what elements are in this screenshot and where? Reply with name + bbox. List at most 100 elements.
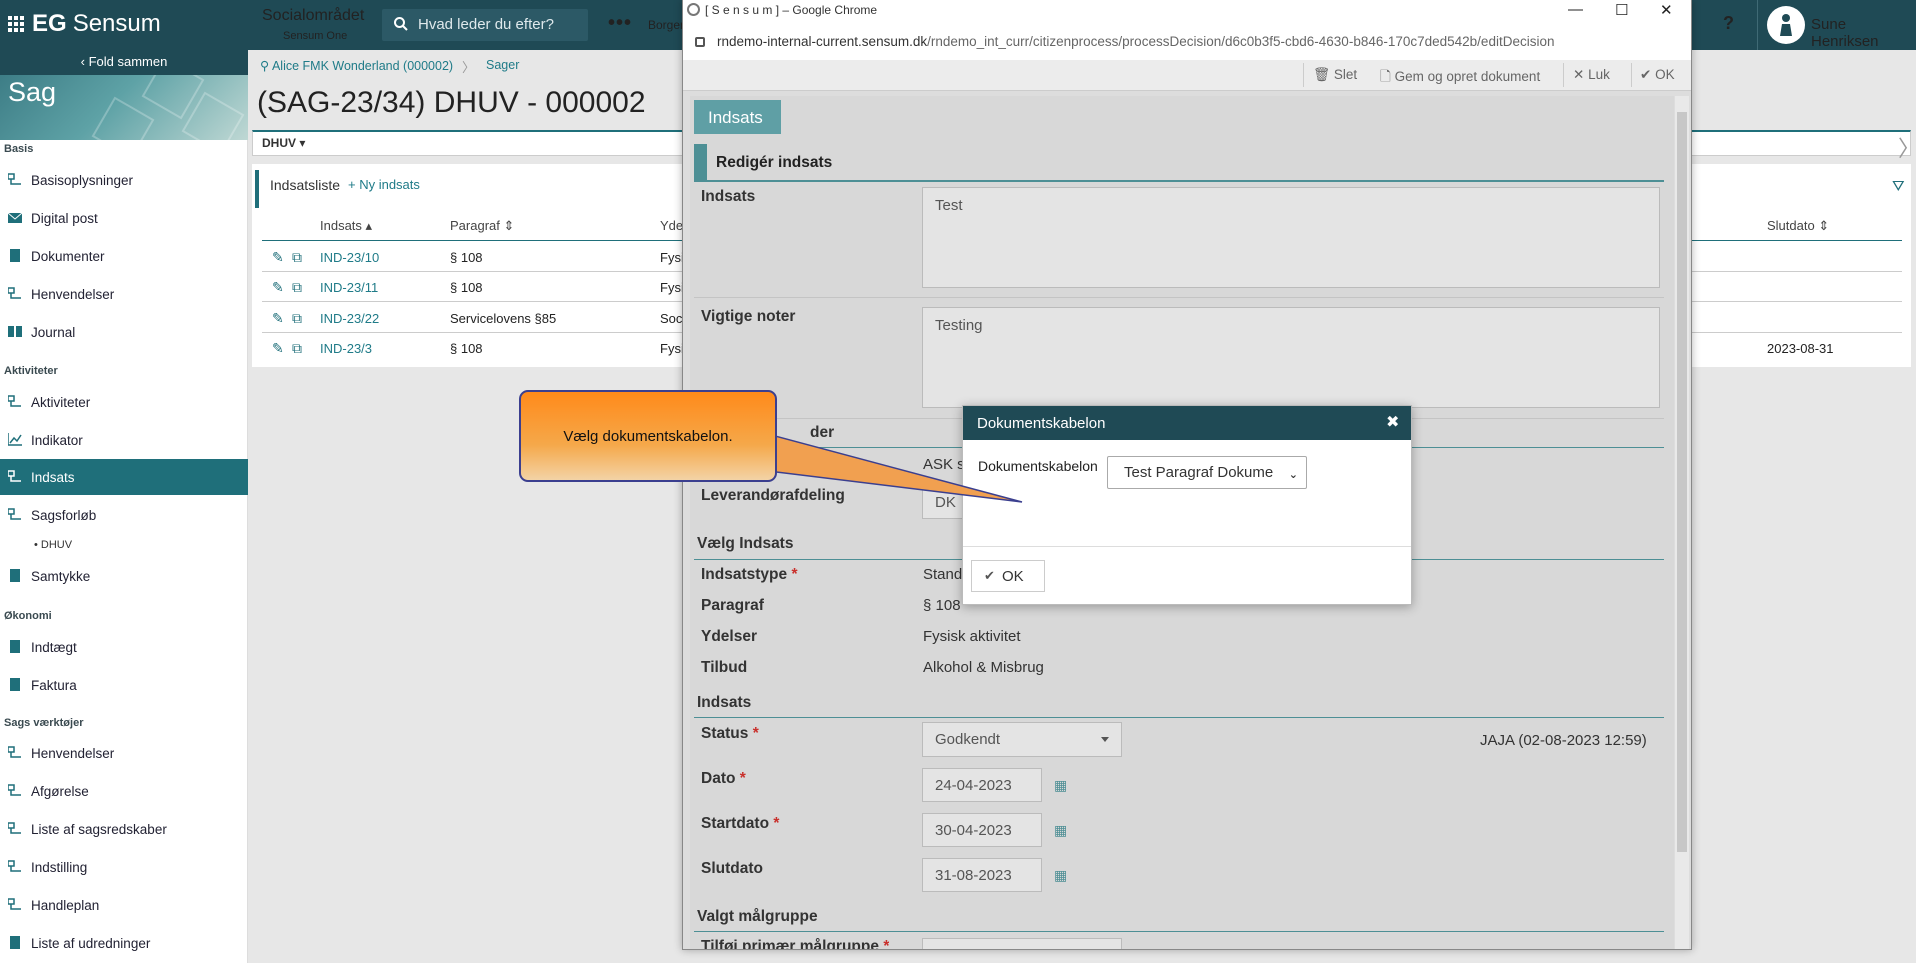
pencil-icon[interactable]: ✎ [272, 279, 284, 296]
filter-icon[interactable]: ⛛ [1892, 178, 1905, 195]
app-name[interactable]: Socialområdet [262, 7, 364, 25]
column-header-indsats[interactable]: Indsats ▴ [320, 218, 372, 234]
eg-sensum-logo[interactable]: EG Sensum [8, 10, 161, 38]
column-header-slutdato[interactable]: Slutdato ⇕ [1767, 218, 1829, 234]
sidebar-item-henvendelser[interactable]: Henvendelser [0, 276, 248, 312]
borger-menu[interactable]: Borger [648, 18, 684, 32]
breadcrumb-citizen[interactable]: ⚲ Alice FMK Wonderland (000002) [260, 58, 453, 73]
maximize-icon[interactable]: ☐ [1615, 1, 1628, 19]
calendar-icon[interactable]: ▦ [1054, 822, 1067, 839]
dialog-ok-button[interactable]: ✔ OK [971, 560, 1045, 592]
sidebar-item-samtykke[interactable]: Samtykke [0, 558, 248, 594]
row-indsats-id[interactable]: IND-23/11 [320, 280, 378, 295]
sidebar-item-dokumenter[interactable]: Dokumenter [0, 238, 248, 274]
sidebar-item-indikator[interactable]: Indikator [0, 422, 248, 458]
search-input[interactable]: Hvad leder du efter? [382, 9, 588, 41]
dokumentskabelon-select[interactable]: Test Paragraf Dokume ⌄ [1107, 456, 1307, 489]
sidebar-item-journal[interactable]: Journal [0, 314, 248, 350]
popup-scrollbar-thumb[interactable] [1677, 112, 1687, 852]
pencil-icon[interactable]: ✎ [272, 340, 284, 357]
network-icon [7, 395, 22, 408]
status-value: Godkendt [935, 731, 1001, 748]
sidebar-item-sagsforlob[interactable]: Sagsforløb [0, 497, 248, 533]
dato-input[interactable]: 24-04-2023 [922, 768, 1042, 802]
save-create-document-button[interactable]: 🗋 Gem og opret dokument [1380, 67, 1540, 90]
label-indsats: Indsats [701, 188, 756, 205]
topbar-divider [1757, 0, 1758, 50]
sidebar-item-henvendelser-tools[interactable]: Henvendelser [0, 735, 248, 771]
sidebar-item-udredninger[interactable]: Liste af udredninger [0, 925, 248, 961]
document-icon [8, 249, 22, 262]
fold-collapse-button[interactable]: ‹ Fold sammen [0, 50, 248, 75]
tab-dhuv-dropdown[interactable]: DHUV ▾ [262, 136, 305, 150]
label-tilbud: Tilbud [701, 659, 748, 676]
primaer-malgruppe-select[interactable] [922, 938, 1122, 949]
row-slutdato: 2023-08-31 [1767, 341, 1834, 356]
tab-indsats[interactable]: Indsats [694, 100, 781, 134]
section-indsats: Indsats [697, 694, 752, 711]
indsats-textarea[interactable]: Test [922, 187, 1660, 288]
sidebar-item-aktiviteter[interactable]: Aktiviteter [0, 384, 248, 420]
pencil-icon[interactable]: ✎ [272, 310, 284, 327]
sidebar-item-faktura[interactable]: Faktura [0, 667, 248, 703]
ok-button[interactable]: ✔ OK [1640, 67, 1675, 83]
row-ydelse: Fysi [660, 280, 684, 295]
document-icon [8, 678, 22, 691]
breadcrumb-sager[interactable]: Sager [486, 58, 519, 72]
row-indsats-id[interactable]: IND-23/3 [320, 341, 372, 356]
sidebar-item-indsats[interactable]: Indsats [0, 459, 248, 495]
user-name[interactable]: Sune Henriksen [1811, 16, 1916, 50]
url-bar[interactable]: rndemo-internal-current.sensum.dk/rndemo… [683, 29, 1691, 57]
required-marker: * [752, 725, 759, 742]
chevron-right-icon[interactable]: 〉 [1898, 131, 1916, 163]
network-icon [7, 898, 22, 911]
tutorial-callout: Vælg dokumentskabelon. [519, 390, 777, 482]
minimize-icon[interactable]: — [1568, 1, 1583, 18]
copy-icon[interactable]: ⧉ [292, 310, 302, 327]
row-indsats-id[interactable]: IND-23/10 [320, 250, 379, 265]
logo-grid-icon [8, 16, 24, 32]
user-avatar[interactable] [1767, 6, 1805, 44]
startdato-input[interactable]: 30-04-2023 [922, 813, 1042, 847]
delete-label: Slet [1333, 67, 1358, 82]
row-paragraf: § 108 [450, 280, 483, 295]
calendar-icon[interactable]: ▦ [1054, 867, 1067, 884]
sidebar-item-afgorelse[interactable]: Afgørelse [0, 773, 248, 809]
app-subtitle: Sensum One [283, 30, 348, 42]
sidebar-item-indstilling[interactable]: Indstilling [0, 849, 248, 885]
sidebar-item-handleplan[interactable]: Handleplan [0, 887, 248, 923]
column-header-ydelse[interactable]: Yde [660, 218, 683, 233]
field-divider [694, 297, 1664, 298]
copy-icon[interactable]: ⧉ [292, 340, 302, 357]
sidebar-label: Digital post [31, 211, 98, 226]
vigtige-noter-textarea[interactable]: Testing [922, 307, 1660, 408]
row-paragraf: Servicelovens §85 [450, 311, 557, 326]
close-window-icon[interactable]: ✕ [1660, 1, 1673, 19]
label-dato: Dato * [701, 770, 746, 788]
close-dialog-icon[interactable]: ✖ [1386, 412, 1399, 432]
copy-icon[interactable]: ⧉ [292, 249, 302, 266]
row-indsats-id[interactable]: IND-23/22 [320, 311, 379, 326]
pencil-icon[interactable]: ✎ [272, 249, 284, 266]
new-indsats-link[interactable]: + Ny indsats [348, 177, 420, 192]
label-ydelser: Ydelser [701, 628, 758, 645]
network-icon [7, 746, 22, 759]
sidebar-item-sagsredskaber[interactable]: Liste af sagsredskaber [0, 811, 248, 847]
help-icon[interactable]: ? [1723, 13, 1734, 34]
network-icon [7, 784, 22, 797]
toolbar-separator [1563, 63, 1564, 87]
sidebar-subitem-dhuv[interactable]: • DHUV [34, 539, 72, 551]
column-header-paragraf[interactable]: Paragraf ⇕ [450, 218, 514, 234]
status-meta: JAJA (02-08-2023 12:59) [1480, 732, 1647, 749]
copy-icon[interactable]: ⧉ [292, 279, 302, 296]
status-select[interactable]: Godkendt [922, 722, 1122, 757]
more-menu-icon[interactable]: ••• [608, 12, 632, 35]
calendar-icon[interactable]: ▦ [1054, 777, 1067, 794]
label-paragraf: Paragraf [701, 597, 764, 614]
sidebar-item-indtaegt[interactable]: Indtægt [0, 629, 248, 665]
close-button[interactable]: ✕ Luk [1573, 67, 1610, 83]
delete-button[interactable]: 🗑 Slet [1313, 67, 1357, 83]
sidebar-item-basisoplysninger[interactable]: Basisoplysninger [0, 162, 248, 198]
slutdato-input[interactable]: 31-08-2023 [922, 858, 1042, 892]
sidebar-item-digital-post[interactable]: Digital post [0, 200, 248, 236]
